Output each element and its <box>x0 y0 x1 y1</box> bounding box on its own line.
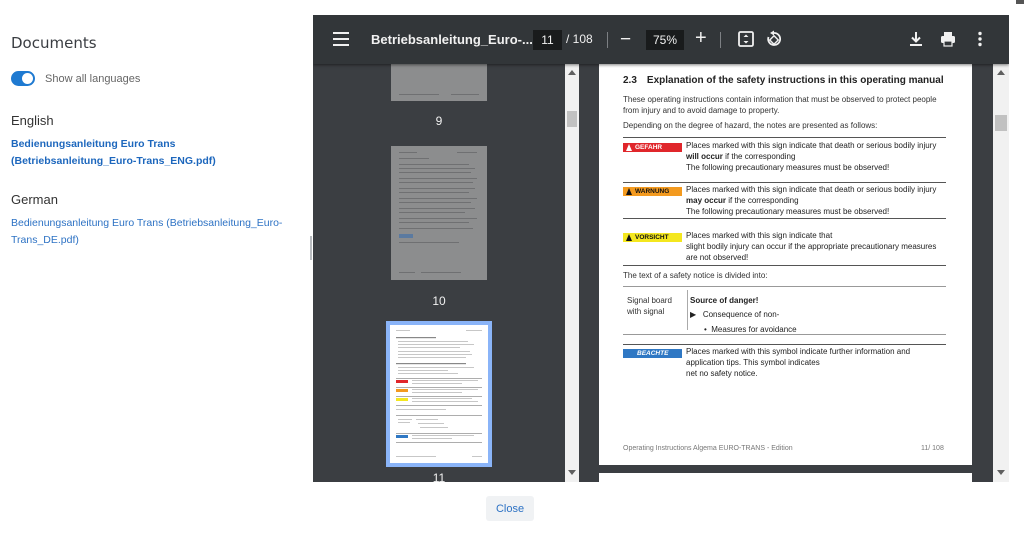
show-all-languages-label: Show all languages <box>45 72 141 85</box>
document-scrollbar[interactable] <box>993 64 1009 482</box>
column-divider <box>687 290 688 330</box>
divider <box>623 137 946 138</box>
scroll-down-arrow[interactable] <box>997 470 1005 475</box>
viewer-toolbar: Betriebsanleitung_Euro-... 11 / 108 − 75… <box>313 15 1009 64</box>
zoom-out-button[interactable]: − <box>620 29 631 51</box>
toolbar-divider <box>720 32 721 48</box>
thumbnail-label: 11 <box>432 471 446 482</box>
pdf-page-12 <box>599 473 972 482</box>
scrollbar-thumb[interactable] <box>995 115 1007 131</box>
print-icon[interactable] <box>938 29 958 49</box>
divider <box>623 286 946 287</box>
toolbar-divider <box>607 32 608 48</box>
rotate-icon[interactable] <box>764 29 784 49</box>
vorsicht-badge: VORSICHT <box>623 233 682 242</box>
documents-panel: Documents Show all languages English Bed… <box>0 0 310 536</box>
section-heading: 2.3 Explanation of the safety instruction… <box>623 75 944 86</box>
scroll-up-arrow[interactable] <box>997 70 1005 75</box>
divider <box>623 334 946 335</box>
warnung-badge: WARNUNG <box>623 187 682 196</box>
vorsicht-note-text: Places marked with this sign indicate th… <box>686 231 937 262</box>
panel-splitter-handle[interactable] <box>310 236 312 260</box>
hazard-intro: Depending on the degree of hazard, the n… <box>623 121 878 130</box>
thumbnail-page-9[interactable] <box>391 64 487 101</box>
divider <box>623 218 946 219</box>
zoom-level-input[interactable]: 75% <box>646 30 684 50</box>
scroll-down-arrow[interactable] <box>568 470 576 475</box>
thumbnail-page-10[interactable] <box>391 146 487 280</box>
thumbnail-sidebar: 9 10 11 <box>313 64 565 482</box>
intro-paragraph: These operating instructions contain inf… <box>623 95 937 115</box>
warnung-note-text: Places marked with this sign indicate th… <box>686 185 937 216</box>
document-link-german[interactable]: Bedienungsanleitung Euro Trans (Betriebs… <box>11 215 298 249</box>
download-icon[interactable] <box>906 29 926 49</box>
thumbnail-page-11-preview <box>396 330 482 457</box>
thumbnail-page-11-selected[interactable] <box>386 321 492 467</box>
toggle-knob <box>22 73 33 84</box>
more-vert-icon[interactable] <box>970 29 990 49</box>
show-all-languages-toggle[interactable] <box>11 71 35 86</box>
signal-board-label: Signal board with signal <box>627 296 672 316</box>
arrow-bullet-icon: ▶ <box>690 310 703 319</box>
divider <box>623 182 946 183</box>
current-page-input[interactable]: 11 <box>533 30 562 50</box>
thumbnail-scrollbar[interactable] <box>565 64 579 482</box>
gefahr-note-text: Places marked with this sign indicate th… <box>686 141 937 172</box>
beachte-badge: BEACHTE <box>623 349 682 358</box>
thumbnail-label: 10 <box>432 294 446 308</box>
document-link-english[interactable]: Bedienungsanleitung Euro Trans (Betriebs… <box>11 136 298 170</box>
page-footer-right: 11/ 108 <box>921 445 944 452</box>
page-total: / 108 <box>566 32 593 46</box>
page-footer-left: Operating Instructions Algema EURO-TRANS… <box>623 445 793 452</box>
divider <box>623 344 946 345</box>
scrollbar-thumb[interactable] <box>567 111 577 127</box>
thumbnail-label: 9 <box>435 114 443 128</box>
file-title: Betriebsanleitung_Euro-... <box>371 32 533 47</box>
beachte-note-text: Places marked with this symbol indicate … <box>686 347 911 378</box>
pdf-viewer: Betriebsanleitung_Euro-... 11 / 108 − 75… <box>313 15 1009 482</box>
scroll-up-arrow[interactable] <box>568 70 576 75</box>
divider <box>623 265 946 266</box>
corner-mark <box>1016 0 1024 4</box>
safety-notice-structure: Source of danger! ▶ Consequence of non- … <box>690 296 797 334</box>
close-button[interactable]: Close <box>486 496 534 521</box>
section-title: Explanation of the safety instructions i… <box>646 75 944 86</box>
section-number: 2.3 <box>623 75 637 86</box>
menu-icon[interactable] <box>333 32 349 46</box>
structure-intro: The text of a safety notice is divided i… <box>623 271 768 280</box>
show-all-languages-row: Show all languages <box>11 71 298 86</box>
fit-page-icon[interactable] <box>736 29 756 49</box>
zoom-in-button[interactable]: + <box>695 27 707 50</box>
pdf-page-11: 2.3 Explanation of the safety instruction… <box>599 64 972 465</box>
page-view-area: 2.3 Explanation of the safety instruction… <box>579 64 993 482</box>
documents-title: Documents <box>11 34 97 52</box>
gefahr-badge: GEFAHR <box>623 143 682 152</box>
language-heading-german: German <box>11 192 58 207</box>
language-heading-english: English <box>11 113 54 128</box>
